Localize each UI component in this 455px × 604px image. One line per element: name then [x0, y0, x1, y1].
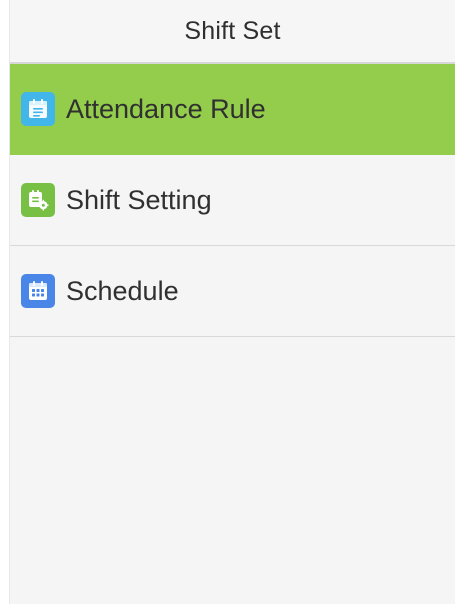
device-screen: Shift Set Attendance Rule Shift Setting …: [9, 0, 455, 604]
menu-item-shift-setting[interactable]: Shift Setting: [10, 155, 455, 246]
page-title: Shift Set: [184, 16, 281, 45]
title-bar: Shift Set: [10, 0, 455, 64]
menu-item-label: Attendance Rule: [66, 93, 266, 124]
menu-item-attendance-rule[interactable]: Attendance Rule: [10, 64, 455, 155]
menu-item-label: Schedule: [66, 275, 179, 306]
menu-list: Attendance Rule Shift Setting Schedule: [10, 64, 455, 337]
menu-item-schedule[interactable]: Schedule: [10, 246, 455, 337]
menu-item-label: Shift Setting: [66, 184, 212, 215]
shift-setting-icon: [21, 183, 55, 217]
schedule-icon: [21, 274, 55, 308]
attendance-rule-icon: [21, 92, 55, 126]
